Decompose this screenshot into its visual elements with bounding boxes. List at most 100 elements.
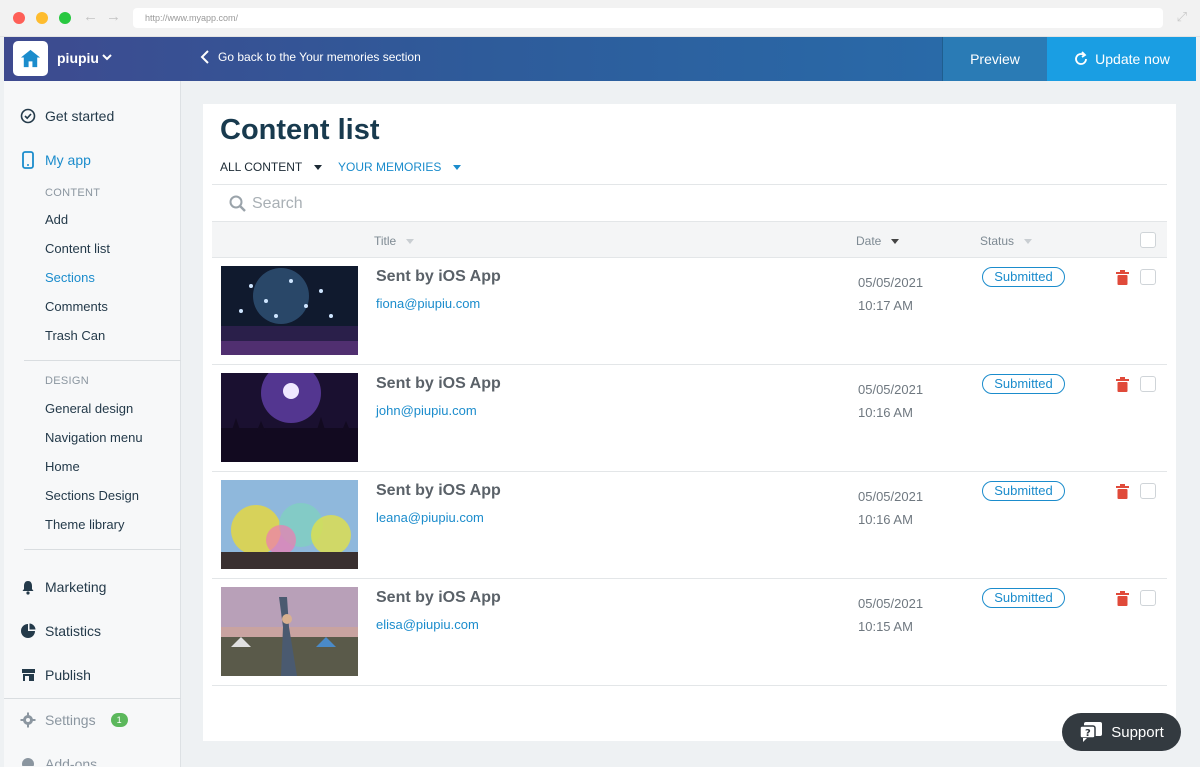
sidebar-item-trash-can[interactable]: Trash Can bbox=[45, 328, 105, 343]
sidebar-item-settings[interactable]: Settings 1 bbox=[20, 712, 128, 728]
sidebar-item-statistics[interactable]: Statistics bbox=[20, 623, 101, 639]
status-badge: Submitted bbox=[982, 374, 1065, 394]
back-link-label: Go back to the Your memories section bbox=[218, 50, 421, 64]
sidebar-item-publish[interactable]: Publish bbox=[20, 667, 91, 683]
table-row[interactable]: Sent by iOS App fiona@piupiu.com 05/05/2… bbox=[212, 258, 1167, 365]
sidebar-item-get-started[interactable]: Get started bbox=[20, 108, 114, 124]
row-email[interactable]: leana@piupiu.com bbox=[376, 510, 484, 525]
sidebar-item-addons[interactable]: Add-ons bbox=[20, 756, 97, 766]
sidebar-item-my-app[interactable]: My app bbox=[20, 151, 91, 169]
thumbnail-image[interactable] bbox=[221, 587, 358, 676]
sort-icon bbox=[1024, 238, 1033, 244]
status-badge: Submitted bbox=[982, 588, 1065, 608]
sidebar-item-add[interactable]: Add bbox=[45, 212, 68, 227]
sort-icon bbox=[891, 238, 900, 244]
phone-icon bbox=[20, 151, 36, 169]
thumbnail-image[interactable] bbox=[221, 266, 358, 355]
page-title: Content list bbox=[220, 114, 380, 146]
trash-icon[interactable] bbox=[1116, 484, 1129, 499]
row-date-value: 05/05/2021 bbox=[858, 382, 924, 397]
minimize-window-button[interactable] bbox=[36, 12, 48, 24]
update-now-button[interactable]: Update now bbox=[1047, 37, 1196, 81]
svg-text:?: ? bbox=[1085, 728, 1091, 739]
sidebar-design-heading: DESIGN bbox=[45, 375, 89, 387]
row-date: 05/05/2021 10:17 AM bbox=[858, 271, 923, 317]
search-icon bbox=[229, 195, 246, 212]
select-all-checkbox[interactable] bbox=[1140, 232, 1156, 248]
refresh-icon bbox=[1075, 51, 1088, 65]
row-time-value: 10:17 AM bbox=[858, 298, 913, 313]
column-date-header[interactable]: Date bbox=[856, 234, 900, 248]
gear-icon bbox=[20, 712, 36, 728]
row-date-value: 05/05/2021 bbox=[858, 489, 924, 504]
filter-label: YOUR MEMORIES bbox=[338, 160, 442, 174]
row-email[interactable]: elisa@piupiu.com bbox=[376, 617, 479, 632]
sidebar-item-home[interactable]: Home bbox=[45, 459, 80, 474]
maximize-window-button[interactable] bbox=[59, 12, 71, 24]
table-row[interactable]: Sent by iOS App elisa@piupiu.com 05/05/2… bbox=[212, 579, 1167, 686]
check-circle-icon bbox=[20, 108, 36, 124]
sidebar-item-content-list[interactable]: Content list bbox=[45, 241, 110, 256]
row-title[interactable]: Sent by iOS App bbox=[376, 268, 501, 286]
sidebar-item-label: Publish bbox=[45, 667, 91, 683]
back-link[interactable]: Go back to the Your memories section bbox=[200, 49, 421, 65]
browser-back-icon[interactable]: ← bbox=[83, 8, 98, 25]
all-content-dropdown[interactable]: ALL CONTENT bbox=[220, 160, 323, 174]
sidebar-item-label: Settings bbox=[45, 712, 96, 728]
browser-forward-icon[interactable]: → bbox=[106, 8, 121, 25]
app-name[interactable]: piupiu bbox=[57, 50, 99, 66]
bell-icon bbox=[20, 579, 36, 595]
table-row[interactable]: Sent by iOS App john@piupiu.com 05/05/20… bbox=[212, 365, 1167, 472]
thumbnail-image[interactable] bbox=[221, 480, 358, 569]
column-title-header[interactable]: Title bbox=[374, 234, 415, 248]
chevron-down-icon[interactable] bbox=[101, 51, 113, 63]
support-button[interactable]: ? Support bbox=[1062, 713, 1181, 751]
sidebar-divider bbox=[24, 549, 181, 550]
row-checkbox[interactable] bbox=[1140, 483, 1156, 499]
row-email[interactable]: fiona@piupiu.com bbox=[376, 296, 480, 311]
expand-icon[interactable]: ⤢ bbox=[1177, 9, 1187, 25]
thumbnail-image[interactable] bbox=[221, 373, 358, 462]
preview-button[interactable]: Preview bbox=[942, 37, 1047, 81]
row-checkbox[interactable] bbox=[1140, 269, 1156, 285]
trash-icon[interactable] bbox=[1116, 377, 1129, 392]
sidebar-content-heading: CONTENT bbox=[45, 187, 101, 199]
row-title[interactable]: Sent by iOS App bbox=[376, 375, 501, 393]
row-title[interactable]: Sent by iOS App bbox=[376, 589, 501, 607]
trash-icon[interactable] bbox=[1116, 591, 1129, 606]
sidebar-item-sections[interactable]: Sections bbox=[45, 270, 95, 285]
row-date: 05/05/2021 10:15 AM bbox=[858, 592, 923, 638]
sort-icon bbox=[406, 238, 415, 244]
sidebar-divider bbox=[24, 360, 181, 361]
table-row[interactable]: Sent by iOS App leana@piupiu.com 05/05/2… bbox=[212, 472, 1167, 579]
chevron-left-icon bbox=[200, 50, 209, 64]
row-checkbox[interactable] bbox=[1140, 590, 1156, 606]
settings-badge: 1 bbox=[110, 713, 128, 727]
sidebar-item-theme-library[interactable]: Theme library bbox=[45, 517, 124, 532]
row-checkbox[interactable] bbox=[1140, 376, 1156, 392]
status-badge: Submitted bbox=[982, 267, 1065, 287]
sidebar-item-label: Statistics bbox=[45, 623, 102, 639]
sidebar-item-sections-design[interactable]: Sections Design bbox=[45, 488, 139, 503]
close-window-button[interactable] bbox=[13, 12, 25, 24]
row-title[interactable]: Sent by iOS App bbox=[376, 482, 501, 500]
sidebar-item-marketing[interactable]: Marketing bbox=[20, 579, 106, 595]
sidebar-item-general-design[interactable]: General design bbox=[45, 401, 133, 416]
sidebar-divider bbox=[4, 698, 181, 699]
row-time-value: 10:16 AM bbox=[858, 405, 913, 420]
pie-chart-icon bbox=[20, 623, 36, 639]
home-icon bbox=[20, 49, 41, 68]
sidebar-item-comments[interactable]: Comments bbox=[45, 299, 108, 314]
table-header: Title Date Status bbox=[212, 221, 1167, 258]
sidebar-item-label: Add-ons bbox=[45, 756, 98, 766]
trash-icon[interactable] bbox=[1116, 270, 1129, 285]
your-memories-dropdown[interactable]: YOUR MEMORIES bbox=[338, 160, 462, 174]
search-input[interactable] bbox=[252, 193, 852, 215]
column-status-header[interactable]: Status bbox=[980, 234, 1033, 248]
row-email[interactable]: john@piupiu.com bbox=[376, 403, 477, 418]
address-bar[interactable]: http://www.myapp.com/ bbox=[133, 8, 1163, 28]
caret-down-icon bbox=[453, 164, 462, 170]
chat-help-icon: ? bbox=[1079, 722, 1103, 742]
sidebar-item-navigation-menu[interactable]: Navigation menu bbox=[45, 430, 143, 445]
home-button[interactable] bbox=[13, 41, 48, 76]
